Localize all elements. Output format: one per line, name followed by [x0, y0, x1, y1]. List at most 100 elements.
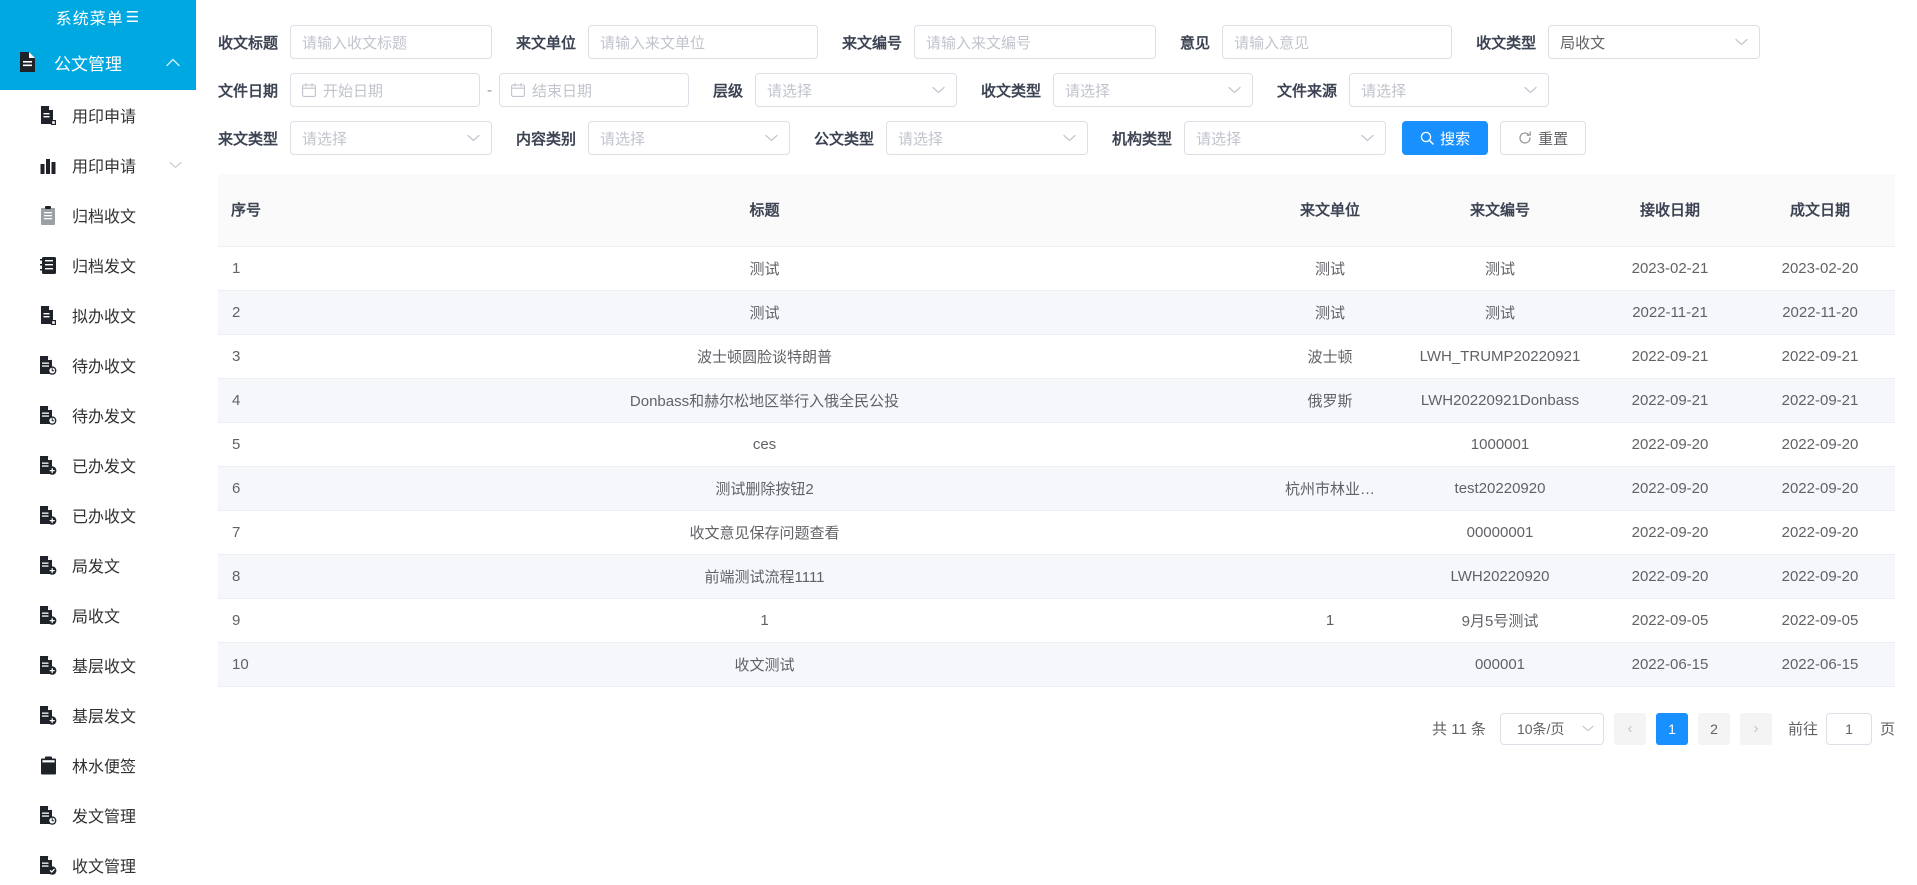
table-row[interactable]: 6 测试删除按钮2 杭州市林业… test20220920 2022-09-20 2022…: [218, 466, 1895, 511]
sidebar-item-15[interactable]: 发文管理: [0, 790, 196, 840]
cell-number: 00000001: [1405, 510, 1595, 555]
page-size-select[interactable]: 10条/页: [1499, 712, 1604, 745]
cell-completed-date: 2022-09-21: [1745, 334, 1895, 379]
sidebar-item-label: 收文管理: [72, 859, 137, 876]
sidebar-item-5[interactable]: 拟办收文: [0, 290, 196, 340]
table-row[interactable]: 5 ces 1000001 2022-09-20 2022-09-20: [218, 422, 1895, 467]
sidebar: 系统菜单 ☰ 公文管理 用印申请 用印申请 归档收文 归档发文 拟办收文 待办收文 待办发文…: [0, 0, 196, 885]
cell-index: 3: [218, 334, 274, 379]
sidebar-item-10[interactable]: 局发文: [0, 540, 196, 590]
column-header-completed-date[interactable]: 成文日期: [1745, 174, 1895, 247]
column-header-unit[interactable]: 来文单位: [1255, 174, 1405, 247]
content-category-select[interactable]: 请选择: [588, 121, 791, 155]
sidebar-item-label: 已办收文: [72, 509, 137, 526]
level-select[interactable]: 请选择: [755, 73, 958, 107]
pagination-next-button[interactable]: ›: [1739, 712, 1772, 745]
reset-button-label: 重置: [1538, 130, 1569, 148]
sidebar-item-11[interactable]: 局收文: [0, 590, 196, 640]
sidebar-header[interactable]: 系统菜单 ☰: [0, 0, 196, 34]
end-date-input[interactable]: 结束日期: [499, 73, 690, 107]
file-source-placeholder: 请选择: [1361, 82, 1407, 100]
cell-number: test20220920: [1405, 466, 1595, 511]
filter-row-1: 收文标题 请输入收文标题 来文单位 请输入来文单位 来文编号 请输入来文编号 意…: [218, 18, 1895, 66]
cell-unit: 测试: [1255, 290, 1405, 335]
sidebar-item-2[interactable]: 用印申请: [0, 140, 196, 190]
sidebar-item-4[interactable]: 归档发文: [0, 240, 196, 290]
cell-index: 10: [218, 642, 274, 687]
filter-field-yijian: 意见 请输入意见: [1180, 25, 1453, 59]
column-header-title[interactable]: 标题: [274, 174, 1255, 247]
table-row[interactable]: 9 1 1 9月5号测试 2022-09-05 2022-09-05: [218, 598, 1895, 643]
doc-type-select[interactable]: 请选择: [886, 121, 1089, 155]
chevron-down-icon[interactable]: [169, 161, 182, 169]
bureau-send-icon: [36, 555, 60, 575]
sidebar-group-gongwen[interactable]: 公文管理: [0, 34, 196, 90]
table-header: 序号 标题 来文单位 来文编号 接收日期 成文日期: [218, 174, 1895, 247]
table-row[interactable]: 2 测试 测试 测试 2022-11-21 2022-11-20: [218, 290, 1895, 335]
sidebar-item-16[interactable]: 收文管理: [0, 840, 196, 885]
hamburger-icon[interactable]: ☰: [126, 10, 140, 25]
stamp-apply-icon: [36, 105, 60, 125]
cell-unit: 俄罗斯: [1255, 378, 1405, 423]
sidebar-item-label: 林水便签: [72, 759, 137, 776]
cell-completed-date: 2022-09-20: [1745, 466, 1895, 511]
table-row[interactable]: 4 Donbass和赫尔松地区举行入俄全民公投 俄罗斯 LWH20220921Donb…: [218, 378, 1895, 423]
cell-title: 波士顿圆脸谈特朗普: [274, 334, 1255, 379]
cell-title: 测试删除按钮2: [274, 466, 1255, 511]
file-source-select[interactable]: 请选择: [1349, 73, 1550, 107]
table-row[interactable]: 3 波士顿圆脸谈特朗普 波士顿 LWH_TRUMP20220921 2022-09-21…: [218, 334, 1895, 379]
cell-unit: [1255, 554, 1405, 599]
table-row[interactable]: 10 收文测试 000001 2022-06-15 2022-06-15: [218, 642, 1895, 687]
pagination-prev-button[interactable]: ‹: [1613, 712, 1646, 745]
notes-icon: [36, 756, 60, 775]
sidebar-item-3[interactable]: 归档收文: [0, 190, 196, 240]
table-row[interactable]: 7 收文意见保存问题查看 00000001 2022-09-20 2022-09-20: [218, 510, 1895, 555]
source-number-input[interactable]: 请输入来文编号: [914, 25, 1157, 59]
cell-received-date: 2022-09-05: [1595, 598, 1745, 643]
pagination-page-2[interactable]: 2: [1697, 712, 1730, 745]
sidebar-item-14[interactable]: 林水便签: [0, 740, 196, 790]
org-type-select[interactable]: 请选择: [1184, 121, 1387, 155]
cell-received-date: 2022-09-20: [1595, 510, 1745, 555]
filter-field-laiwenleixing: 来文类型 请选择: [218, 121, 493, 155]
pagination-jump-input[interactable]: 1: [1825, 712, 1872, 745]
receive-type-select[interactable]: 局收文: [1548, 25, 1761, 59]
reset-button[interactable]: 重置: [1500, 121, 1587, 155]
sidebar-item-9[interactable]: 已办收文: [0, 490, 196, 540]
start-date-input[interactable]: 开始日期: [290, 73, 481, 107]
chevron-down-icon: [1735, 38, 1748, 46]
pagination-jump-suffix: 页: [1879, 721, 1895, 738]
opinion-input[interactable]: 请输入意见: [1222, 25, 1453, 59]
sidebar-item-7[interactable]: 待办发文: [0, 390, 196, 440]
sidebar-item-12[interactable]: 基层收文: [0, 640, 196, 690]
column-header-number[interactable]: 来文编号: [1405, 174, 1595, 247]
cell-title: 收文意见保存问题查看: [274, 510, 1255, 555]
chevron-down-icon: [1228, 86, 1241, 94]
sidebar-item-label: 局发文: [72, 559, 121, 576]
filter-field-neirongleibie: 内容类别 请选择: [516, 121, 791, 155]
chart-bar-icon: [36, 156, 60, 174]
pagination-page-1[interactable]: 1: [1655, 712, 1688, 745]
cell-number: 测试: [1405, 246, 1595, 291]
sidebar-item-13[interactable]: 基层发文: [0, 690, 196, 740]
filter-label: 内容类别: [516, 130, 577, 148]
filter-field-cengji: 层级 请选择: [713, 73, 958, 107]
receive-type-2-select[interactable]: 请选择: [1053, 73, 1254, 107]
chevron-up-icon[interactable]: [166, 58, 180, 67]
search-button[interactable]: 搜索: [1402, 121, 1489, 155]
source-unit-input[interactable]: 请输入来文单位: [588, 25, 819, 59]
sidebar-item-6[interactable]: 待办收文: [0, 340, 196, 390]
column-header-received-date[interactable]: 接收日期: [1595, 174, 1745, 247]
pagination-jumper: 前往 1 页: [1788, 712, 1895, 745]
table-row[interactable]: 1 测试 测试 测试 2023-02-21 2023-02-20: [218, 246, 1895, 291]
filter-field-gongwenleixing: 公文类型 请选择: [814, 121, 1089, 155]
sidebar-item-8[interactable]: 已办发文: [0, 440, 196, 490]
column-header-index[interactable]: 序号: [218, 174, 274, 247]
search-title-input[interactable]: 请输入收文标题: [290, 25, 493, 59]
org-type-placeholder: 请选择: [1196, 130, 1242, 148]
filter-field-laiwenbianhao: 来文编号 请输入来文编号: [842, 25, 1157, 59]
sidebar-item-1[interactable]: 用印申请: [0, 90, 196, 140]
cell-received-date: 2023-02-21: [1595, 246, 1745, 291]
source-type-select[interactable]: 请选择: [290, 121, 493, 155]
table-row[interactable]: 8 前端测试流程1111 LWH20220920 2022-09-20 2022-09-…: [218, 554, 1895, 599]
